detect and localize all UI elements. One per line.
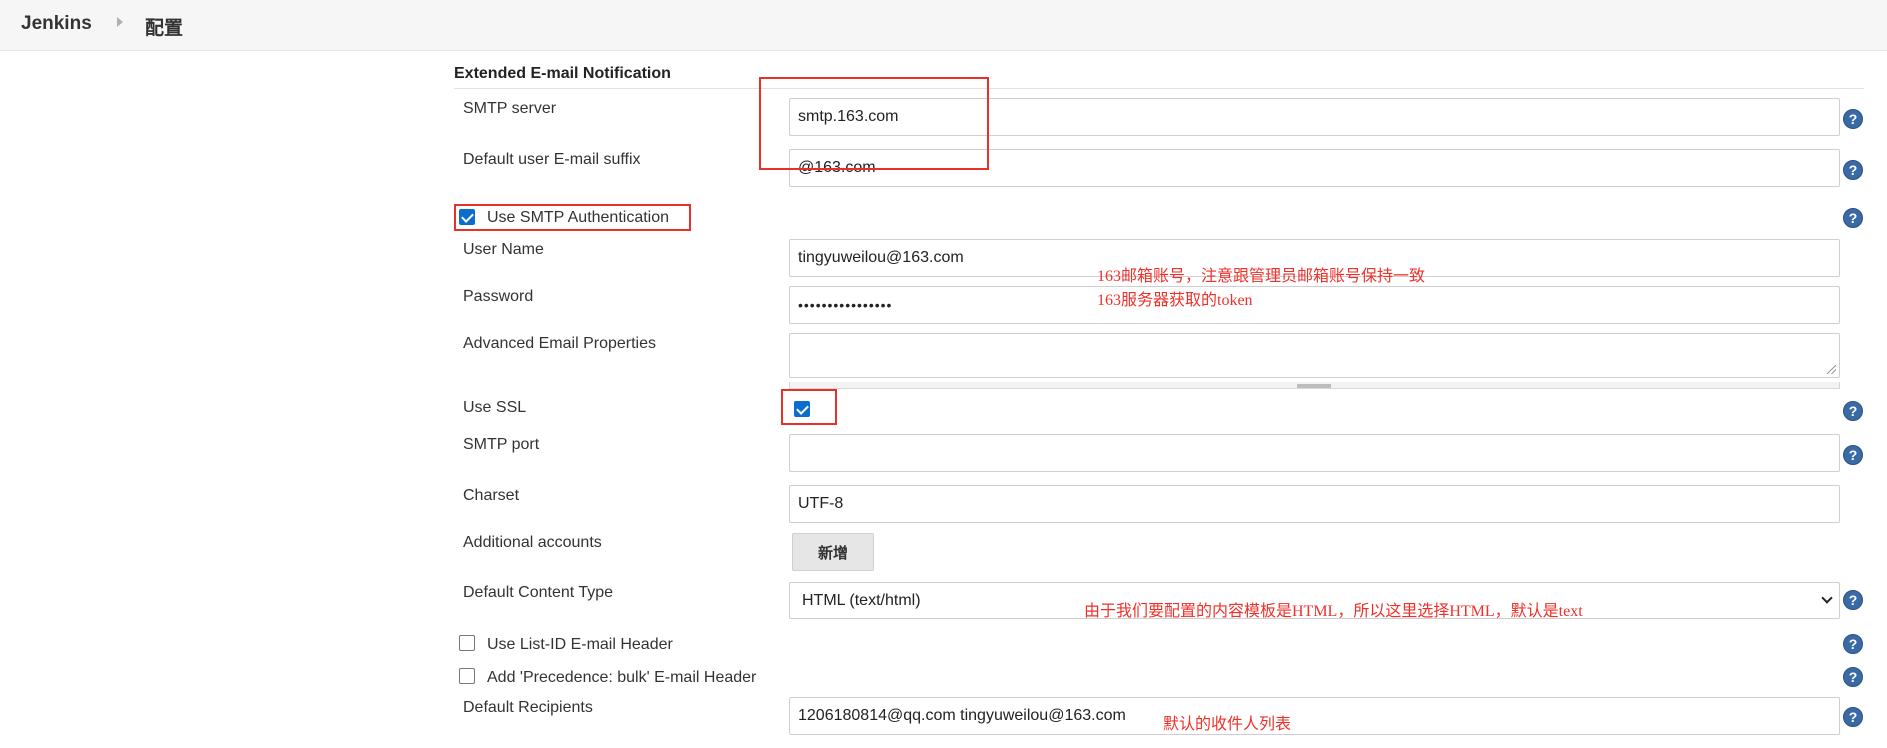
breadcrumb-current-page[interactable]: 配置 [145, 13, 183, 40]
recipients-annotation: 默认的收件人列表 [1163, 716, 1292, 733]
password-label: Password [463, 288, 534, 305]
list-id-header-help-icon[interactable]: ? [1843, 634, 1863, 654]
additional-accounts-label: Additional accounts [463, 534, 602, 551]
breadcrumb-separator-icon [117, 17, 123, 27]
default-recipients-label: Default Recipients [463, 699, 593, 716]
use-smtp-auth-help-icon[interactable]: ? [1843, 208, 1863, 228]
email-suffix-help-icon[interactable]: ? [1843, 160, 1863, 180]
use-ssl-help-icon[interactable]: ? [1843, 401, 1863, 421]
smtp-server-label: SMTP server [463, 100, 557, 117]
default-recipients-input[interactable]: 1206180814@qq.com tingyuweilou@163.com [789, 697, 1840, 735]
content-type-label: Default Content Type [463, 584, 614, 601]
list-id-header-checkbox[interactable] [459, 635, 475, 651]
smtp-server-help-icon[interactable]: ? [1843, 109, 1863, 129]
chevron-down-icon [1821, 592, 1833, 604]
email-suffix-label: Default user E-mail suffix [463, 151, 641, 168]
default-recipients-help-icon[interactable]: ? [1843, 707, 1863, 727]
section-title: Extended E-mail Notification [454, 65, 671, 82]
resize-grip-icon[interactable] [1827, 365, 1836, 374]
list-id-header-label: Use List-ID E-mail Header [487, 636, 673, 653]
top-bar: Jenkins 配置 [0, 0, 1887, 51]
add-account-button[interactable]: 新增 [792, 533, 874, 571]
smtp-port-input[interactable] [789, 434, 1840, 472]
section-divider [454, 88, 1864, 89]
use-ssl-label: Use SSL [463, 399, 527, 416]
smtp-port-help-icon[interactable]: ? [1843, 445, 1863, 465]
charset-input[interactable]: UTF-8 [789, 485, 1840, 523]
smtp-port-label: SMTP port [463, 436, 540, 453]
precedence-header-checkbox[interactable] [459, 668, 475, 684]
user-name-label: User Name [463, 241, 544, 258]
use-ssl-highlight-box [781, 389, 837, 425]
precedence-header-help-icon[interactable]: ? [1843, 667, 1863, 687]
smtp-auth-highlight-box [454, 204, 691, 231]
password-input[interactable]: •••••••••••••••• [789, 286, 1840, 324]
precedence-header-label: Add 'Precedence: bulk' E-mail Header [487, 669, 757, 686]
token-annotation: 163服务器获取的token [1097, 292, 1253, 309]
breadcrumb-home-link[interactable]: Jenkins [21, 13, 92, 35]
account-annotation: 163邮箱账号，注意跟管理员邮箱账号保持一致 [1097, 268, 1426, 285]
content-type-selected-value: HTML (text/html) [802, 591, 921, 609]
textarea-drag-handle[interactable] [1297, 384, 1331, 388]
content-type-help-icon[interactable]: ? [1843, 590, 1863, 610]
content-type-annotation: 由于我们要配置的内容模板是HTML，所以这里选择HTML，默认是text [1084, 603, 1583, 620]
advanced-email-properties-textarea[interactable] [789, 333, 1840, 378]
advanced-email-properties-label: Advanced Email Properties [463, 335, 656, 352]
charset-label: Charset [463, 487, 520, 504]
smtp-server-highlight-box [759, 77, 989, 170]
